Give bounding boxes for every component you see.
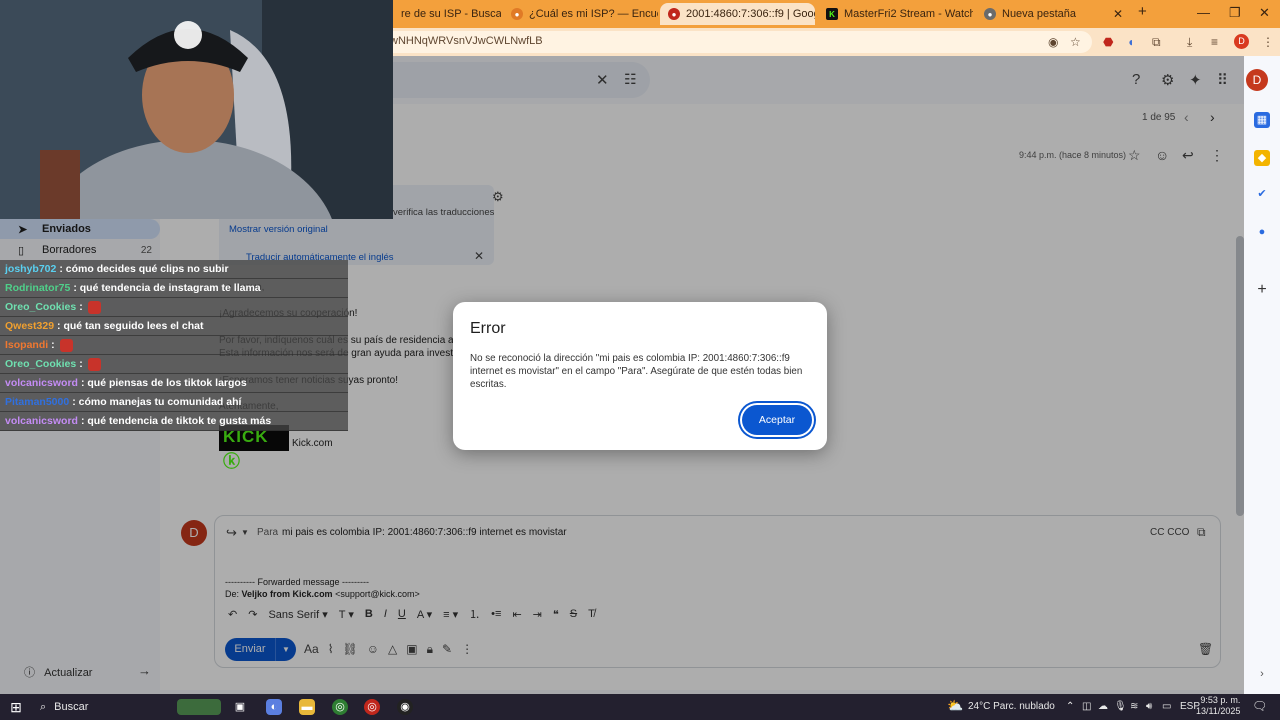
- weather-text[interactable]: 24°C Parc. nublado: [968, 701, 1055, 712]
- chat-message: Oreo_Cookies:: [0, 355, 348, 374]
- chat-username[interactable]: joshyb702: [5, 263, 56, 275]
- bookmark-star-icon[interactable]: ☆: [1070, 35, 1081, 49]
- chat-text: : qué tan seguido lees el chat: [57, 320, 204, 332]
- extensions-icon[interactable]: ⧉: [1152, 35, 1161, 50]
- contacts-icon[interactable]: ●: [1254, 224, 1270, 240]
- windows-start-icon[interactable]: ⊞: [8, 699, 24, 715]
- stream-chat-overlay: joshyb702: cómo decides qué clips no sub…: [0, 260, 348, 431]
- side-panel-rail: ▦ ◆ ✔ ● + ›: [1244, 104, 1280, 694]
- add-addon-icon[interactable]: +: [1254, 282, 1270, 298]
- expand-panel-icon[interactable]: ›: [1254, 666, 1270, 682]
- search-highlight-icon[interactable]: [177, 699, 221, 715]
- extension-audio-icon[interactable]: ◖: [1127, 35, 1134, 49]
- tab-favicon: ●: [511, 8, 523, 20]
- chrome-profile-icon[interactable]: ◎: [364, 699, 380, 715]
- profile-avatar[interactable]: D: [1234, 34, 1249, 49]
- tab-title: re de su ISP - Buscar c: [401, 8, 501, 20]
- url-field[interactable]: wNHNqWRVsnVJwCWLNwfLB: [380, 31, 1092, 53]
- download-icon[interactable]: ⤓: [1187, 35, 1192, 50]
- tab-title: ¿Cuál es mi ISP? — Encuentra: [529, 8, 658, 20]
- file-explorer-icon[interactable]: ▬: [299, 699, 315, 715]
- dialog-message: No se reconoció la dirección "mi pais es…: [470, 353, 803, 390]
- obs-icon[interactable]: ◉: [397, 699, 413, 715]
- chat-message: Rodrinator75: qué tendencia de instagram…: [0, 279, 348, 298]
- chat-text: : qué tendencia de instagram te llama: [73, 282, 261, 294]
- chat-username[interactable]: Qwest329: [5, 320, 54, 332]
- chat-emote-icon: [87, 300, 101, 314]
- windows-taskbar: ⊞ ⌕ Buscar ▣ ◐ ▬ ◎ ◎ ◉ ⛅ 24°C Parc. nubl…: [0, 694, 1280, 720]
- calendar-icon[interactable]: ▦: [1254, 112, 1270, 128]
- url-text: wNHNqWRVsnVJwCWLNwfLB: [390, 35, 543, 47]
- chat-username[interactable]: Oreo_Cookies: [5, 358, 76, 370]
- close-tab-icon[interactable]: ✕: [1107, 7, 1123, 21]
- chat-message: volcanicsword: qué piensas de los tiktok…: [0, 374, 348, 393]
- tab-new-tab[interactable]: ● Nueva pestaña ✕: [976, 3, 1131, 25]
- streamer-webcam: [0, 0, 393, 219]
- battery-icon[interactable]: ▭: [1162, 701, 1171, 712]
- chat-text: : qué tendencia de tiktok te gusta más: [80, 415, 272, 427]
- chat-emote-icon: [87, 357, 101, 371]
- chat-text: :: [79, 358, 83, 370]
- chat-text: :: [79, 301, 83, 313]
- clock-date: 13/11/2025: [1196, 706, 1241, 716]
- copilot-icon[interactable]: ◐: [266, 699, 282, 715]
- taskbar-search-label: Buscar: [54, 701, 89, 713]
- tab-kick-stream[interactable]: K MasterFri2 Stream - Watch Live ✕: [818, 3, 973, 25]
- chat-emote-icon: [59, 338, 73, 352]
- minimize-icon[interactable]: —: [1197, 5, 1210, 20]
- tab-favicon: ●: [668, 8, 680, 20]
- network-icon[interactable]: ☁: [1098, 701, 1108, 712]
- media-queue-icon[interactable]: ≡: [1211, 35, 1218, 49]
- webcam-feed: [0, 0, 393, 219]
- dialog-title: Error: [470, 320, 506, 337]
- volume-icon[interactable]: 🔊︎: [1146, 701, 1152, 712]
- chat-username[interactable]: Rodrinator75: [5, 282, 70, 294]
- tab-title: 2001:4860:7:306::f9 | Google LL: [686, 8, 815, 20]
- chat-message: Oreo_Cookies:: [0, 298, 348, 317]
- chrome-icon[interactable]: ◎: [332, 699, 348, 715]
- chat-username[interactable]: volcanicsword: [5, 415, 78, 427]
- maximize-icon[interactable]: ❐: [1229, 5, 1241, 21]
- chat-message: Isopandi:: [0, 336, 348, 355]
- chrome-menu-icon[interactable]: ⋮: [1262, 35, 1274, 49]
- chat-message: volcanicsword: qué tendencia de tiktok t…: [0, 412, 348, 431]
- chat-text: : cómo manejas tu comunidad ahí: [72, 396, 242, 408]
- chat-text: : qué piensas de los tiktok largos: [80, 377, 247, 389]
- chat-text: :: [51, 339, 55, 351]
- task-view-icon[interactable]: ▣: [232, 699, 248, 715]
- chat-text: : cómo decides qué clips no subir: [59, 263, 229, 275]
- wifi-icon[interactable]: ≋: [1130, 701, 1138, 712]
- tab-cual-es-mi-isp[interactable]: ● ¿Cuál es mi ISP? — Encuentra ✕: [503, 3, 658, 25]
- chat-message: Qwest329: qué tan seguido lees el chat: [0, 317, 348, 336]
- chat-username[interactable]: Oreo_Cookies: [5, 301, 76, 313]
- adblock-icon[interactable]: ⬣: [1103, 35, 1113, 49]
- account-avatar[interactable]: D: [1246, 69, 1268, 91]
- clock-time: 9:53 p. m.: [1200, 695, 1241, 705]
- close-window-icon[interactable]: ✕: [1259, 5, 1270, 21]
- tab-isp-search[interactable]: re de su ISP - Buscar c ✕: [393, 3, 501, 25]
- accept-button[interactable]: Aceptar: [742, 405, 812, 435]
- tab-ip-lookup[interactable]: ● 2001:4860:7:306::f9 | Google LL ✕: [660, 3, 815, 25]
- show-hidden-icons[interactable]: ⌃: [1066, 701, 1074, 712]
- tray-app-icon[interactable]: ◫: [1082, 701, 1091, 712]
- chat-username[interactable]: volcanicsword: [5, 377, 78, 389]
- notifications-icon[interactable]: 🗨︎: [1252, 699, 1267, 713]
- eye-icon[interactable]: ◉: [1048, 35, 1058, 49]
- search-icon: ⌕: [40, 700, 47, 713]
- tab-title: MasterFri2 Stream - Watch Live: [844, 8, 973, 20]
- chat-message: Pitaman5000: cómo manejas tu comunidad a…: [0, 393, 348, 412]
- chat-username[interactable]: Pitaman5000: [5, 396, 69, 408]
- new-tab-button[interactable]: +: [1138, 3, 1147, 20]
- keep-icon[interactable]: ◆: [1254, 150, 1270, 166]
- tab-title: Nueva pestaña: [1002, 8, 1076, 20]
- weather-icon[interactable]: ⛅: [947, 698, 963, 714]
- tasks-icon[interactable]: ✔: [1254, 186, 1270, 202]
- chat-username[interactable]: Isopandi: [5, 339, 48, 351]
- microphone-icon[interactable]: 🎙︎: [1114, 701, 1127, 712]
- chat-message: joshyb702: cómo decides qué clips no sub…: [0, 260, 348, 279]
- chrome-favicon: ●: [984, 8, 996, 20]
- clock[interactable]: 9:53 p. m. 13/11/2025: [1196, 695, 1240, 717]
- kick-favicon: K: [826, 8, 838, 20]
